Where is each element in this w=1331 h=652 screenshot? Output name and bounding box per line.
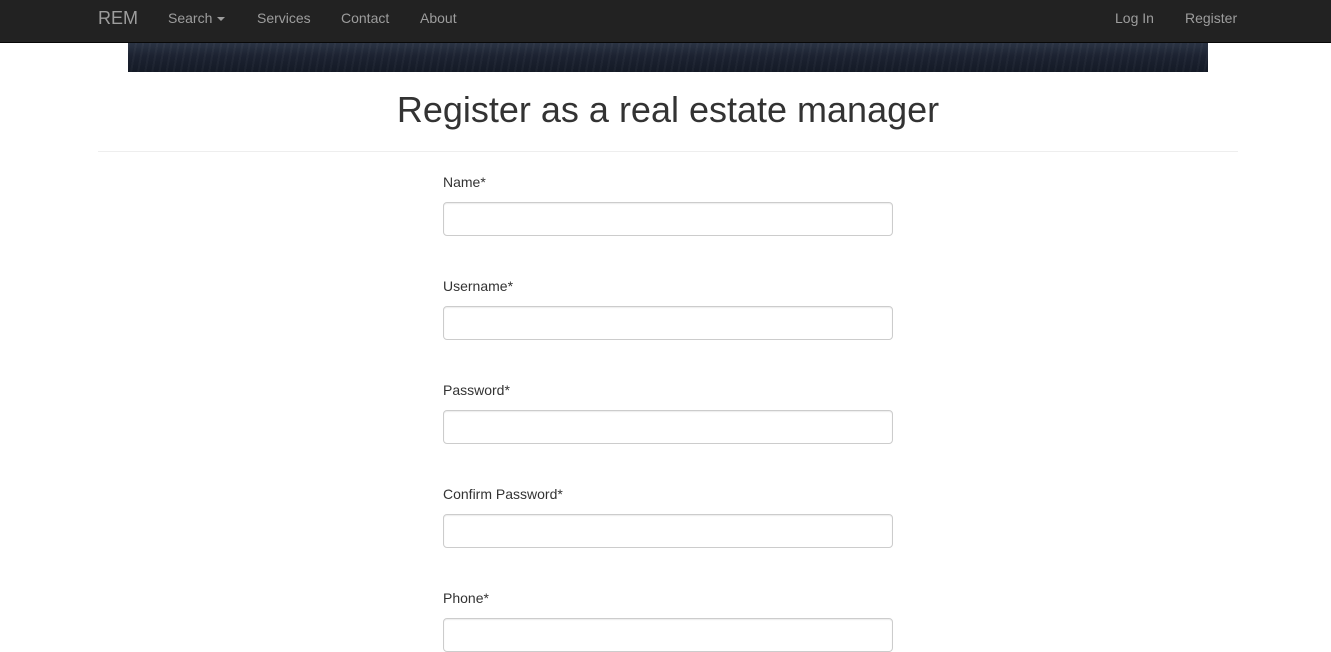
form-group-password: Password*	[443, 380, 893, 444]
username-label: Username*	[443, 278, 514, 294]
form-group-name: Name*	[443, 172, 893, 236]
caret-down-icon	[217, 17, 226, 22]
form-group-confirm-password: Confirm Password*	[443, 484, 893, 548]
title-divider	[98, 151, 1238, 152]
form-group-username: Username*	[443, 276, 893, 340]
brand-link[interactable]: REM	[98, 8, 138, 29]
nav-item-services[interactable]: Services	[257, 10, 311, 26]
header-banner-image	[128, 43, 1208, 72]
nav-item-search[interactable]: Search	[168, 10, 226, 26]
nav-item-label: Search	[168, 10, 213, 26]
nav-item-register[interactable]: Register	[1185, 10, 1237, 26]
password-input[interactable]	[443, 410, 893, 444]
confirm-password-input[interactable]	[443, 514, 893, 548]
nav-item-login[interactable]: Log In	[1115, 10, 1154, 26]
form-group-phone: Phone*	[443, 588, 893, 652]
top-navbar: REM Search Services Contact About Log In…	[0, 0, 1331, 43]
navbar-container: REM Search Services Contact About Log In…	[98, 0, 1238, 42]
username-input[interactable]	[443, 306, 893, 340]
name-input[interactable]	[443, 202, 893, 236]
name-label: Name*	[443, 174, 486, 190]
phone-input[interactable]	[443, 618, 893, 652]
password-label: Password*	[443, 382, 510, 398]
confirm-password-label: Confirm Password*	[443, 486, 563, 502]
phone-label: Phone*	[443, 590, 489, 606]
nav-item-contact[interactable]: Contact	[341, 10, 389, 26]
page-title: Register as a real estate manager	[396, 89, 940, 130]
nav-item-about[interactable]: About	[420, 10, 457, 26]
